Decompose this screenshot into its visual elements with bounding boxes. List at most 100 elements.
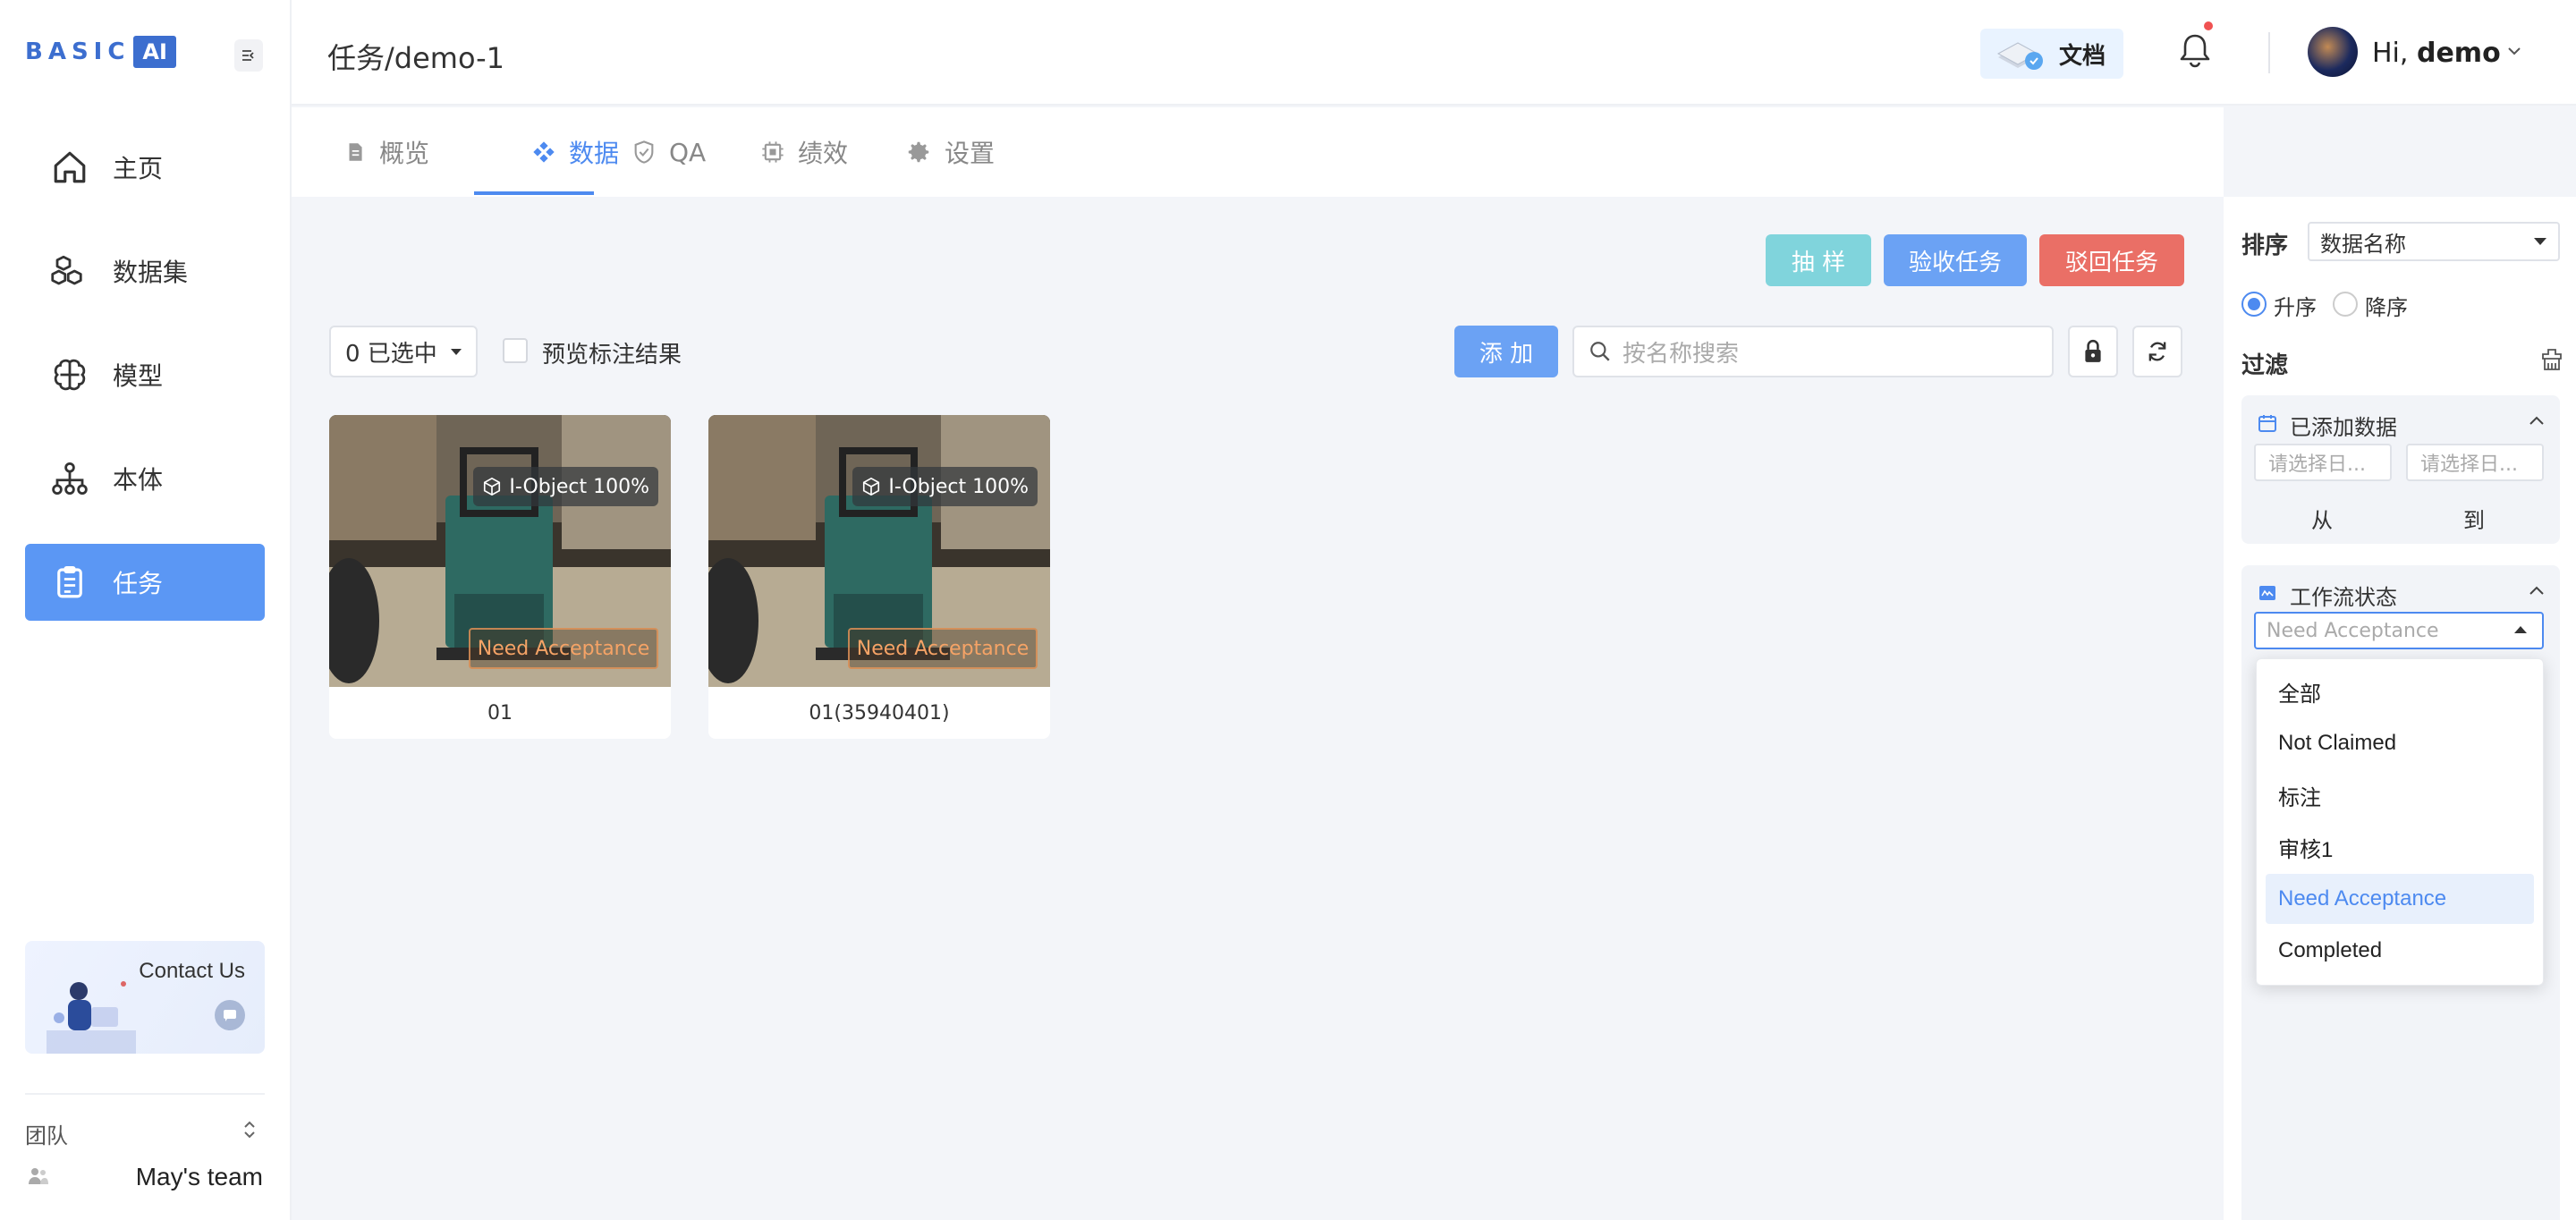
chevron-up-icon[interactable]: [2528, 410, 2546, 432]
accept-task-button[interactable]: 验收任务: [1884, 234, 2027, 286]
reject-task-button[interactable]: 驳回任务: [2039, 234, 2184, 286]
tab-label: 绩效: [798, 139, 849, 168]
data-card[interactable]: I-Object 100% Need Acceptance 01(3594040…: [708, 415, 1050, 739]
chip-icon: [762, 141, 784, 163]
task-tabs: 概览 数据 QA 绩效 设置: [292, 107, 2224, 197]
calendar-icon: [2258, 415, 2276, 432]
team-icon: [27, 1165, 50, 1188]
chevron-down-icon[interactable]: [2506, 39, 2522, 62]
object-badge-text: I-Object 100%: [888, 475, 1029, 498]
sort-field-select[interactable]: 数据名称: [2308, 222, 2560, 261]
data-card[interactable]: I-Object 100% Need Acceptance 01: [329, 415, 671, 739]
sort-asc-radio[interactable]: [2241, 292, 2267, 317]
workflow-title: 工作流状态: [2290, 585, 2397, 610]
sidebar-item-label: 本体: [113, 465, 164, 495]
lock-button[interactable]: [2068, 326, 2118, 377]
collapse-icon: [242, 50, 254, 61]
workflow-status-select[interactable]: Need Acceptance: [2254, 612, 2544, 649]
tab-settings[interactable]: 设置: [905, 107, 995, 197]
document-icon: [349, 143, 362, 161]
sidebar: BASIC AI 主页 数据集 模型 本体 任务 Contact Us 团队 M…: [0, 0, 292, 1220]
docs-button[interactable]: 文档: [1980, 29, 2123, 79]
sidebar-item-label: 模型: [113, 361, 164, 391]
breadcrumb: 任务/demo-1: [327, 41, 505, 75]
sort-desc-label: 降序: [2365, 295, 2408, 320]
sort-asc-label: 升序: [2274, 295, 2317, 320]
object-badge-text: I-Object 100%: [509, 475, 649, 498]
date-to-input[interactable]: 请选择日...: [2406, 444, 2544, 481]
sort-label: 排序: [2241, 233, 2289, 259]
dropdown-option-selected[interactable]: Need Acceptance: [2266, 874, 2534, 924]
object-badge: I-Object 100%: [473, 467, 658, 506]
chat-icon[interactable]: [215, 1000, 245, 1030]
card-name: 01(35940401): [809, 701, 950, 724]
sidebar-item-label: 任务: [113, 569, 164, 598]
user-avatar[interactable]: [2308, 27, 2358, 77]
search-input[interactable]: 按名称搜索: [1572, 326, 2054, 377]
sidebar-item-ontology[interactable]: 本体: [25, 440, 265, 517]
tab-label: 数据: [569, 139, 620, 168]
dropdown-option[interactable]: 全部: [2266, 666, 2534, 716]
dropdown-option[interactable]: Not Claimed: [2266, 718, 2534, 768]
dropdown-option[interactable]: Completed: [2266, 926, 2534, 976]
clear-filter-icon[interactable]: [2540, 347, 2563, 372]
workflow-status-dropdown: 全部 Not Claimed 标注 审核1 Need Acceptance Co…: [2256, 658, 2544, 986]
collapse-sidebar-button[interactable]: [234, 39, 263, 72]
caret-down-icon: [2533, 233, 2547, 251]
user-greeting[interactable]: Hi, demo: [2372, 38, 2501, 69]
tab-label: QA: [669, 137, 707, 167]
notification-dot: [2204, 21, 2213, 30]
add-button[interactable]: 添 加: [1454, 326, 1558, 377]
search-placeholder: 按名称搜索: [1623, 340, 1740, 368]
preview-annotation-checkbox[interactable]: [503, 338, 528, 363]
refresh-icon: [2148, 342, 2166, 361]
workflow-icon: [2259, 586, 2275, 600]
notification-bell-icon[interactable]: [2177, 30, 2213, 70]
filter-label: 过滤: [2241, 352, 2289, 379]
selected-count-dropdown[interactable]: 0 已选中: [329, 326, 478, 377]
tab-overview[interactable]: 概览: [343, 107, 429, 197]
sort-field-value: 数据名称: [2320, 231, 2406, 257]
sidebar-item-tasks[interactable]: 任务: [25, 544, 265, 621]
dropdown-option[interactable]: 标注: [2266, 770, 2534, 820]
added-data-filter: 已添加数据 请选择日... 请选择日... 从 到: [2241, 395, 2560, 544]
sort-desc-radio[interactable]: [2333, 292, 2358, 317]
sidebar-item-label: 数据集: [113, 258, 189, 287]
added-data-title: 已添加数据: [2290, 415, 2397, 440]
tab-label: 设置: [945, 139, 996, 168]
status-badge: Need Acceptance: [848, 628, 1038, 669]
preview-annotation-label: 预览标注结果: [542, 342, 682, 369]
home-icon: [50, 148, 89, 187]
top-header: 任务/demo-1 文档 Hi, demo: [292, 0, 2576, 106]
support-illustration: [47, 981, 136, 1054]
active-tab-indicator: [474, 191, 594, 195]
date-to-label: 到: [2463, 508, 2485, 533]
selected-count-label: 0 已选中: [345, 340, 437, 368]
sample-button[interactable]: 抽 样: [1766, 234, 1871, 286]
sidebar-item-datasets[interactable]: 数据集: [25, 233, 265, 309]
sidebar-item-home[interactable]: 主页: [25, 129, 265, 206]
sidebar-item-models[interactable]: 模型: [25, 336, 265, 413]
team-switch-icon[interactable]: [242, 1120, 258, 1144]
tab-data[interactable]: 数据: [531, 107, 619, 197]
tab-qa[interactable]: QA: [631, 107, 706, 197]
date-from-label: 从: [2311, 508, 2333, 533]
basicai-logo[interactable]: BASIC AI: [25, 36, 176, 68]
docs-icon: [1996, 42, 2043, 70]
team-label: 团队: [25, 1123, 68, 1148]
shield-check-icon: [634, 140, 654, 164]
chevron-up-icon[interactable]: [2528, 580, 2546, 602]
date-from-input[interactable]: 请选择日...: [2254, 444, 2392, 481]
dropdown-option[interactable]: 审核1: [2266, 822, 2534, 872]
caret-down-icon: [450, 349, 462, 355]
greeting-text: Hi,: [2372, 38, 2409, 69]
team-name[interactable]: May's team: [136, 1163, 263, 1191]
logo-ai: AI: [133, 36, 176, 68]
sidebar-nav: 主页 数据集 模型 本体 任务: [25, 129, 265, 648]
diamonds-icon: [533, 141, 555, 163]
tab-performance[interactable]: 绩效: [760, 107, 848, 197]
refresh-button[interactable]: [2132, 326, 2182, 377]
contact-us-card[interactable]: Contact Us: [25, 941, 265, 1054]
lock-icon: [2085, 339, 2101, 362]
header-divider: [2268, 32, 2270, 73]
